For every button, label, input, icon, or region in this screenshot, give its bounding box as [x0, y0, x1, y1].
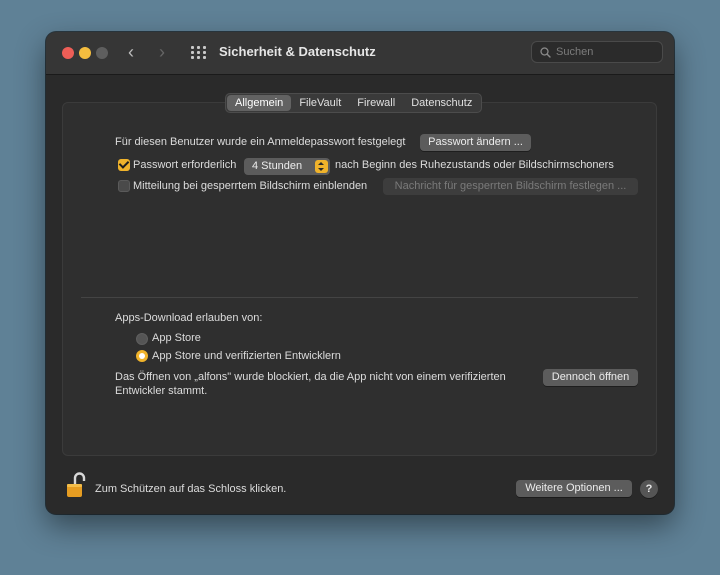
help-button[interactable]: ? — [640, 480, 658, 498]
open-anyway-button[interactable]: Dennoch öffnen — [543, 369, 638, 386]
login-password-text: Für diesen Benutzer wurde ein Anmeldepas… — [115, 136, 406, 148]
require-password-label: Passwort erforderlich — [133, 159, 237, 171]
password-delay-value: 4 Stunden — [252, 160, 303, 172]
more-options-button[interactable]: Weitere Optionen ... — [516, 480, 632, 497]
lock-message-label: Mitteilung bei gesperrtem Bildschirm ein… — [133, 180, 368, 192]
search-field[interactable] — [531, 41, 663, 63]
title-bar: ‹ › Sicherheit & Datenschutz — [46, 32, 674, 75]
tab-firewall[interactable]: Firewall — [349, 95, 403, 111]
downloads-heading: Apps-Download erlauben von: — [115, 312, 263, 324]
tab-bar: Allgemein FileVault Firewall Datenschutz — [225, 93, 483, 113]
search-input[interactable] — [556, 44, 656, 60]
popup-arrows-icon — [315, 160, 328, 173]
require-password-checkbox[interactable] — [118, 159, 130, 171]
tab-allgemein[interactable]: Allgemein — [227, 95, 292, 111]
minimize-window-button[interactable] — [79, 47, 91, 59]
radio-app-store-verified-label: App Store und verifizierten Entwicklern — [152, 350, 341, 362]
blocked-app-text-line2: Entwickler stammt. — [115, 385, 208, 397]
lock-message-checkbox[interactable] — [118, 180, 130, 192]
radio-app-store[interactable] — [136, 333, 148, 345]
unlocked-padlock-icon[interactable] — [66, 471, 86, 499]
tab-datenschutz[interactable]: Datenschutz — [403, 95, 480, 111]
tab-filevault[interactable]: FileVault — [291, 95, 349, 111]
password-delay-popup[interactable]: 4 Stunden — [244, 158, 330, 175]
blocked-app-text-line1: Das Öffnen von „alfons" wurde blockiert,… — [115, 371, 506, 383]
window-title: Sicherheit & Datenschutz — [219, 44, 376, 59]
show-all-grid-icon[interactable] — [191, 46, 207, 59]
zoom-window-button[interactable] — [96, 47, 108, 59]
content-panel — [62, 102, 657, 456]
set-lock-message-button[interactable]: Nachricht für gesperrten Bildschirm fest… — [383, 178, 638, 195]
search-icon — [540, 47, 551, 58]
section-divider — [81, 297, 638, 298]
preferences-window: ‹ › Sicherheit & Datenschutz Allgemein F… — [46, 32, 674, 514]
require-password-suffix: nach Beginn des Ruhezustands oder Bildsc… — [335, 159, 614, 171]
radio-app-store-label: App Store — [152, 332, 201, 344]
close-window-button[interactable] — [62, 47, 74, 59]
lock-hint-text: Zum Schützen auf das Schloss klicken. — [95, 483, 287, 495]
forward-chevron-icon[interactable]: › — [159, 42, 165, 62]
change-password-button[interactable]: Passwort ändern ... — [420, 134, 531, 151]
back-chevron-icon[interactable]: ‹ — [128, 42, 134, 62]
radio-app-store-verified[interactable] — [136, 350, 148, 362]
